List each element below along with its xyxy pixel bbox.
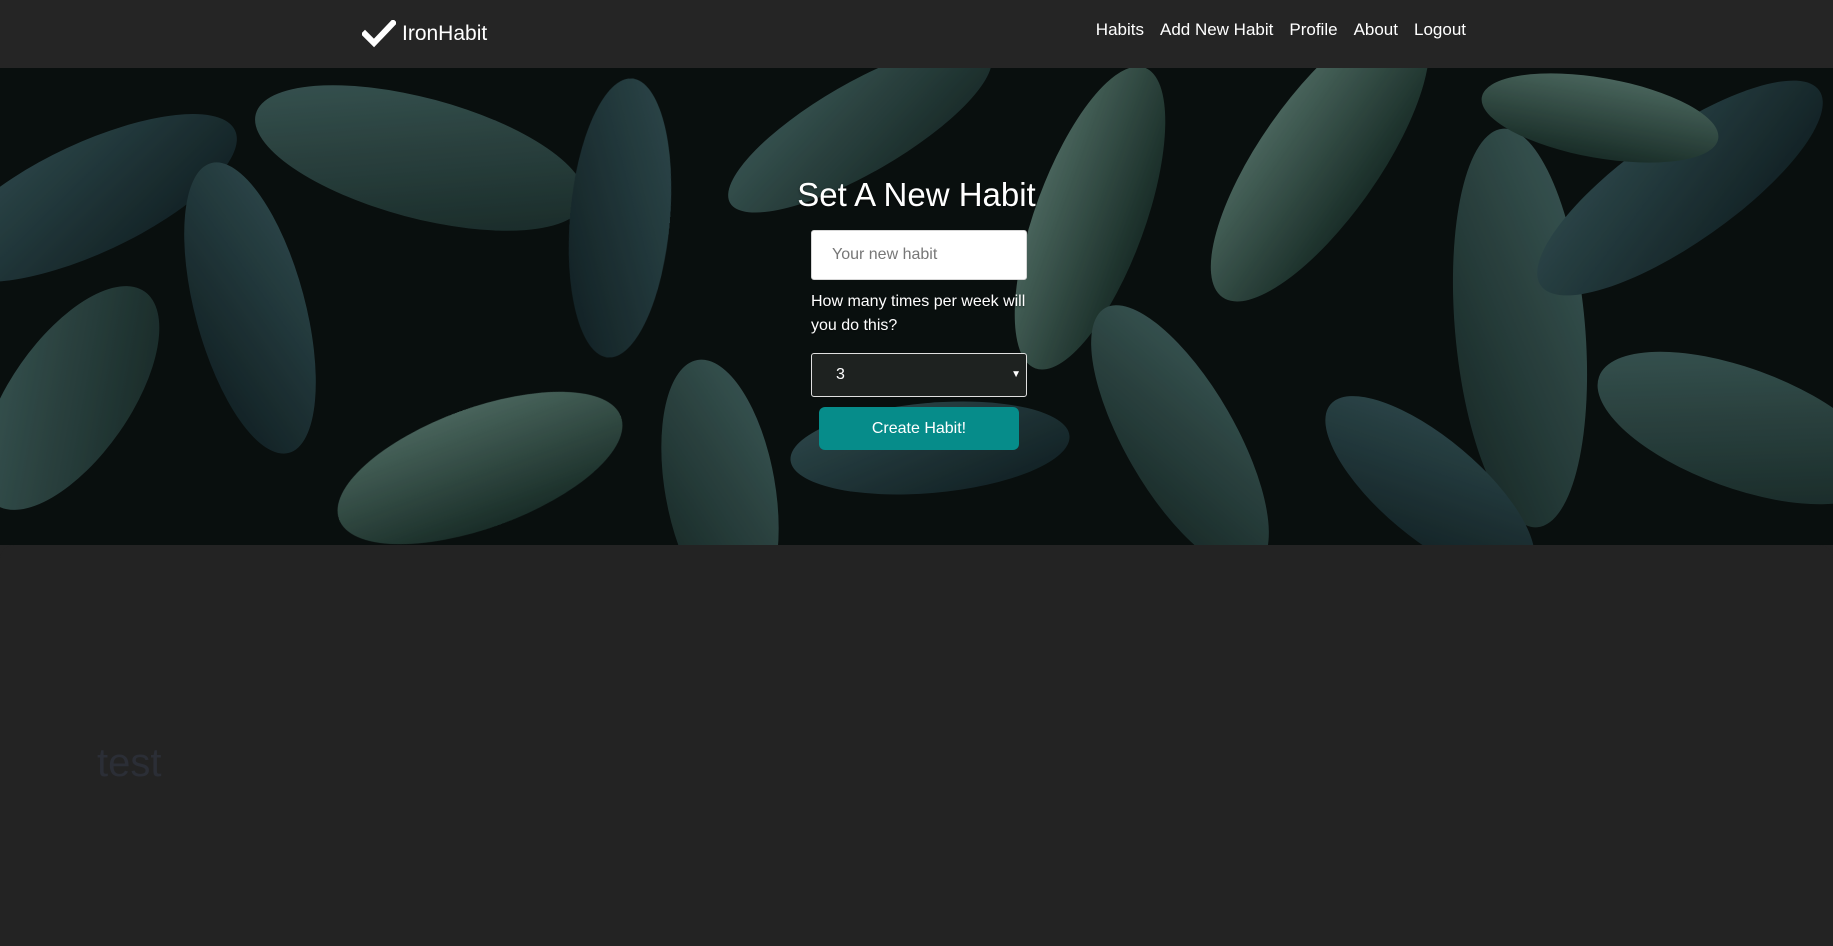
habit-item[interactable]: test xyxy=(97,741,161,786)
nav-links: Habits Add New Habit Profile About Logou… xyxy=(1096,20,1466,40)
nav-link-about[interactable]: About xyxy=(1354,20,1398,39)
top-navbar: IronHabit Habits Add New Habit Profile A… xyxy=(0,0,1833,68)
frequency-label: How many times per week will you do this… xyxy=(811,293,1026,334)
nav-link-profile[interactable]: Profile xyxy=(1289,20,1337,39)
create-habit-button[interactable]: Create Habit! xyxy=(819,407,1019,450)
habit-name-input[interactable] xyxy=(811,230,1027,280)
hero-banner: Set A New Habit How many times per week … xyxy=(0,68,1833,545)
form-title: Set A New Habit xyxy=(797,176,1036,213)
frequency-value: 3 xyxy=(836,366,845,383)
dropdown-caret-icon: ▼ xyxy=(1011,369,1021,380)
brand-name: IronHabit xyxy=(402,22,488,45)
brand-link[interactable]: IronHabit xyxy=(362,14,487,54)
checkmark-icon xyxy=(362,20,396,48)
nav-link-logout[interactable]: Logout xyxy=(1414,20,1466,39)
new-habit-form: Set A New Habit How many times per week … xyxy=(0,68,1833,545)
frequency-select[interactable]: 3 ▼ xyxy=(811,353,1027,397)
nav-link-habits[interactable]: Habits xyxy=(1096,20,1144,39)
habit-list-section: test xyxy=(0,545,1833,946)
nav-link-add-new-habit[interactable]: Add New Habit xyxy=(1160,20,1273,39)
